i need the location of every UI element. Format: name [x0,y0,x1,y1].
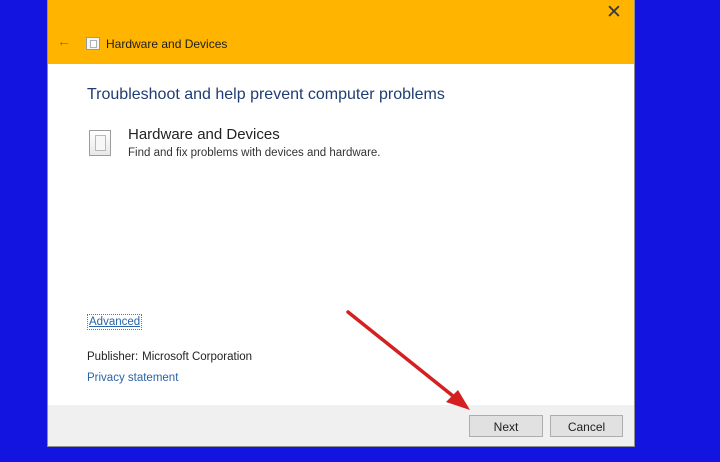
publisher-label: Publisher: [87,351,139,363]
troubleshooter-item[interactable]: Hardware and Devices Find and fix proble… [87,126,587,166]
publisher-value: Microsoft Corporation [142,351,253,363]
dialog-footer: Next Cancel [48,405,634,446]
privacy-statement-link[interactable]: Privacy statement [87,372,178,384]
troubleshooter-dialog: ← Hardware and Devices ✕ Troubleshoot an… [48,0,634,446]
next-button[interactable]: Next [469,415,543,437]
cancel-button[interactable]: Cancel [550,415,623,437]
window-title: Hardware and Devices [106,37,228,51]
page-heading: Troubleshoot and help prevent computer p… [87,86,445,103]
title-bar: ← Hardware and Devices ✕ [48,0,634,64]
device-icon [89,130,111,156]
publisher-info: Publisher: Microsoft Corporation [87,351,252,363]
troubleshooter-description: Find and fix problems with devices and h… [128,147,381,159]
troubleshooter-title: Hardware and Devices [128,126,280,143]
back-arrow-icon[interactable]: ← [57,34,71,48]
troubleshooter-app-icon [86,37,100,50]
advanced-link[interactable]: Advanced [87,314,143,330]
close-icon[interactable]: ✕ [604,3,624,23]
